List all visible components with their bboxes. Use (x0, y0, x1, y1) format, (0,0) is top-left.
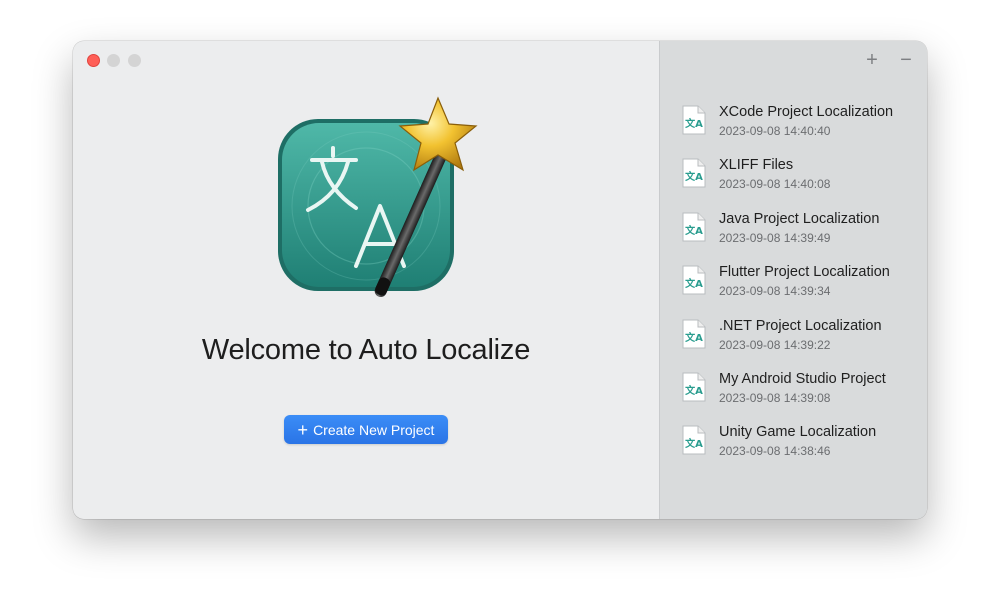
recent-project-date: 2023-09-08 14:39:08 (719, 390, 831, 405)
translate-magic-wand-icon (278, 96, 478, 298)
plus-icon: + (297, 419, 309, 440)
remove-project-button[interactable]: − (896, 50, 916, 70)
svg-text:文A: 文A (685, 117, 703, 130)
recent-project-item[interactable]: 文A My Android Studio Project 2023-09-08 … (660, 370, 927, 423)
recent-project-date: 2023-09-08 14:39:49 (719, 230, 831, 245)
recent-project-item[interactable]: 文A Java Project Localization 2023-09-08 … (660, 210, 927, 263)
add-project-button[interactable]: + (862, 50, 882, 70)
create-new-project-label: Create New Project (313, 421, 435, 438)
localization-file-icon: 文A (682, 372, 706, 402)
recent-project-date: 2023-09-08 14:40:08 (719, 177, 831, 192)
create-new-project-button[interactable]: + Create New Project (284, 415, 448, 444)
localization-file-icon: 文A (682, 319, 706, 349)
recent-project-item[interactable]: 文A Flutter Project Localization 2023-09-… (660, 263, 927, 316)
localization-file-icon: 文A (682, 425, 706, 455)
recent-project-name: XCode Project Localization (719, 104, 894, 120)
recent-project-item[interactable]: 文A .NET Project Localization 2023-09-08 … (660, 317, 927, 370)
svg-text:文A: 文A (685, 277, 703, 290)
localization-file-icon: 文A (682, 158, 706, 188)
recent-project-item[interactable]: 文A Unity Game Localization 2023-09-08 14… (660, 423, 927, 476)
localization-file-icon: 文A (682, 212, 706, 242)
recent-project-name: XLIFF Files (719, 157, 794, 174)
recent-project-name: My Android Studio Project (719, 370, 886, 387)
recent-projects-list: 文A XCode Project Localization 2023-09-08… (660, 103, 927, 477)
recent-project-name: Unity Game Localization (719, 424, 877, 441)
localization-file-icon: 文A (682, 265, 706, 295)
recent-project-item[interactable]: 文A XCode Project Localization 2023-09-08… (660, 103, 927, 156)
welcome-title: Welcome to Auto Localize (201, 334, 531, 366)
app-window: Welcome to Auto Localize + Create New Pr… (73, 41, 927, 519)
recent-project-date: 2023-09-08 14:38:46 (719, 444, 831, 459)
svg-text:文A: 文A (685, 170, 703, 183)
svg-text:文A: 文A (685, 224, 703, 237)
welcome-pane: Welcome to Auto Localize + Create New Pr… (73, 41, 659, 519)
svg-text:文A: 文A (685, 331, 703, 344)
recent-project-date: 2023-09-08 14:39:34 (719, 284, 831, 299)
recent-project-name: .NET Project Localization (719, 317, 882, 334)
recent-project-name: Java Project Localization (719, 210, 880, 227)
localization-file-icon: 文A (682, 105, 706, 135)
recent-projects-sidebar: + − 文A XCode Project Localization 2023-0… (659, 41, 927, 519)
recent-project-date: 2023-09-08 14:39:22 (719, 337, 831, 352)
svg-text:文A: 文A (685, 437, 703, 450)
recent-project-date: 2023-09-08 14:40:40 (719, 124, 831, 138)
svg-text:文A: 文A (685, 384, 703, 397)
recent-project-item[interactable]: 文A XLIFF Files 2023-09-08 14:40:08 (660, 156, 927, 209)
recent-project-name: Flutter Project Localization (719, 264, 890, 281)
